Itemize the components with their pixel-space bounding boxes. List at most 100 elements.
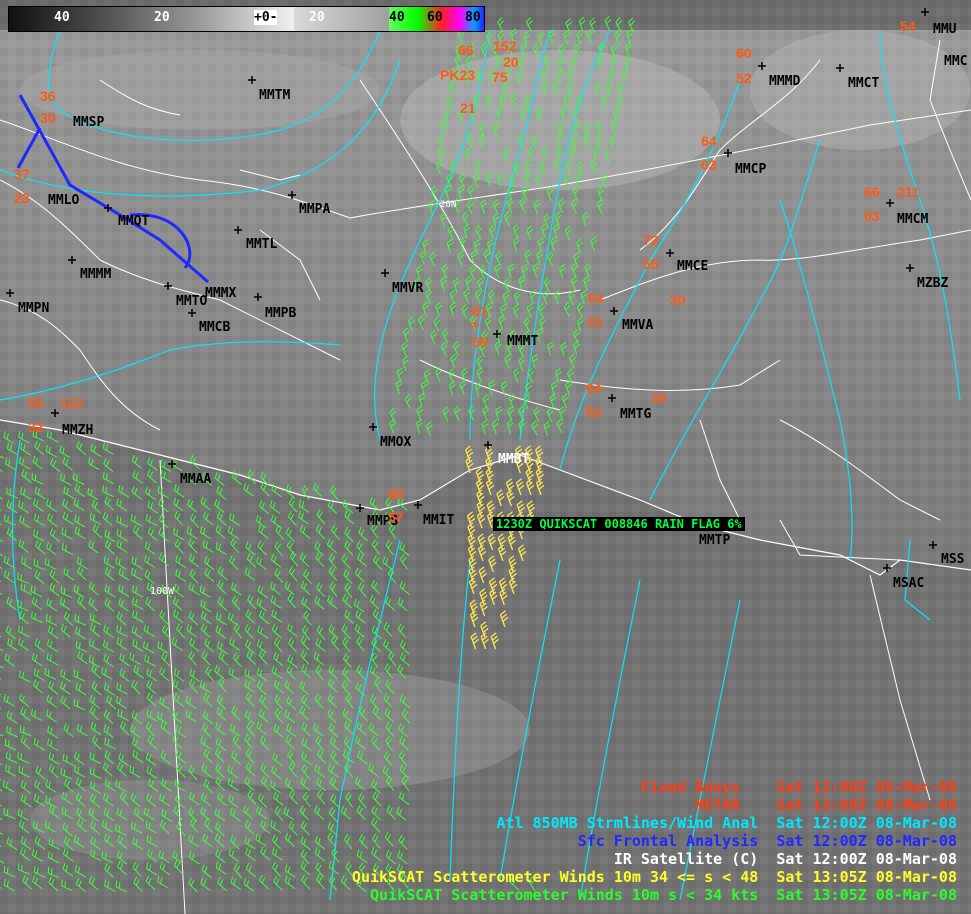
obs-temp: 60 [736, 45, 752, 61]
colorbar-seg-1: 40 [9, 7, 104, 31]
station-MSAC[interactable]: MSAC [893, 576, 924, 591]
station-MMMT[interactable]: MMMT [507, 334, 538, 349]
colorbar-label-3: +0- [254, 10, 278, 25]
lat-label: 20N [440, 200, 456, 210]
station-MMZH[interactable]: MMZH [62, 423, 93, 438]
obs-temp: 64 [586, 380, 602, 396]
weather-map[interactable]: 20N 100W [0, 0, 971, 914]
legend-layer-time: Sat 12:00Z 08-Mar-08 [776, 814, 957, 832]
obs-temp: 64 [701, 133, 717, 149]
station-MMCM[interactable]: MMCM [897, 212, 928, 227]
obs-dewpoint: 30 [40, 110, 56, 126]
station-MMCB[interactable]: MMCB [199, 320, 230, 335]
legend-layer-name: QuikSCAT Scatterometer Winds 10m s < 34 … [369, 886, 759, 904]
colorbar-seg-3: +0- [199, 7, 294, 31]
colorbar-label-2: 20 [154, 10, 170, 25]
legend-layer-time: Sat 13:05Z 08-Mar-08 [776, 886, 957, 904]
obs-temp: 55 [28, 395, 44, 411]
obs-temp: 64 [588, 290, 604, 306]
obs-value: 30 [651, 390, 667, 406]
obs-dewpoint: 32 [28, 419, 44, 435]
obs-pressure: 152 [493, 38, 517, 54]
legend-row: QuikSCAT Scatterometer Winds 10m s < 34 … [352, 886, 957, 904]
legend-row: Atl 850MB Strmlines/Wind Anal Sat 12:00Z… [352, 814, 957, 832]
station-MMQT[interactable]: MMQT [118, 214, 149, 229]
legend-layer-name: IR Satellite (C) [613, 850, 759, 868]
station-MSSS[interactable]: MSS [941, 552, 964, 567]
station-MMSP[interactable]: MMSP [73, 115, 104, 130]
legend-row: IR Satellite (C) Sat 12:00Z 08-Mar-08 [352, 850, 957, 868]
colorbar-seg-4: 20 [294, 7, 389, 31]
obs-dewpoint: 63 [701, 157, 717, 173]
station-MMUN[interactable]: MMU [933, 22, 956, 37]
layer-legend: Fixed Buoys Sat 12:00Z 08-Mar-08 METAR S… [352, 778, 957, 904]
legend-row: QuikSCAT Scatterometer Winds 10m 34 <= s… [352, 868, 957, 886]
legend-layer-name: Atl 850MB Strmlines/Wind Anal [496, 814, 759, 832]
colorbar-label-6: 60 [427, 10, 443, 25]
legend-layer-name: Fixed Buoys [640, 778, 741, 796]
obs-value: 30 [670, 292, 686, 308]
station-MZBZ[interactable]: MZBZ [917, 276, 948, 291]
station-MMOX[interactable]: MMOX [380, 435, 411, 450]
map-viewer: 20N 100W 40 20 +0- 20 40 60 80 1230Z QUI… [0, 0, 971, 914]
obs-dewpoint: 57 [388, 509, 404, 525]
legend-row: METAR Sat 13:00Z 08-Mar-08 [352, 796, 957, 814]
station-MMPB[interactable]: MMPB [265, 306, 296, 321]
station-MMVR[interactable]: MMVR [392, 281, 423, 296]
obs-dewpoint: 23 [14, 190, 30, 206]
station-MMMM[interactable]: MMMM [80, 267, 111, 282]
obs-dewpoint: 61 [588, 314, 604, 330]
station-MMCZ[interactable]: MMC [944, 54, 967, 69]
obs-pressure: 122 [60, 395, 84, 411]
station-MMTP[interactable]: MMTP [699, 533, 730, 548]
legend-layer-time: Sat 12:00Z 08-Mar-08 [776, 850, 957, 868]
obs-weather: ∞ [470, 316, 480, 332]
station-MMTM[interactable]: MMTM [259, 88, 290, 103]
legend-layer-time: Sat 12:00Z 08-Mar-08 [776, 832, 957, 850]
station-MMTG[interactable]: MMTG [620, 407, 651, 422]
colorbar-seg-2: 20 [104, 7, 199, 31]
legend-layer-time: Sat 12:00Z 08-Mar-08 [776, 778, 957, 796]
obs-temp: 37 [14, 166, 30, 182]
colorbar-label-4: 20 [309, 10, 325, 25]
station-MMMX[interactable]: MMMX [205, 286, 236, 301]
obs-temp: 66 [458, 42, 474, 58]
legend-layer-name: Sfc Frontal Analysis [577, 832, 759, 850]
obs-dewpoint: 52 [586, 404, 602, 420]
station-MMPN[interactable]: MMPN [18, 301, 49, 316]
obs-temp: 66 [864, 184, 880, 200]
legend-layer-name: METAR [695, 796, 741, 814]
ir-colorbar: 40 20 +0- 20 40 60 80 [8, 6, 485, 32]
obs-temp: 54 [900, 18, 916, 34]
station-MMLO[interactable]: MMLO [48, 193, 79, 208]
station-MMMD[interactable]: MMMD [769, 74, 800, 89]
station-MMTO[interactable]: MMTO [176, 294, 207, 309]
legend-layer-time: Sat 13:00Z 08-Mar-08 [776, 796, 957, 814]
obs-dewpoint: 59 [472, 334, 488, 350]
colorbar-seg-5: 40 60 80 [389, 7, 484, 31]
station-MMTL[interactable]: MMTL [246, 237, 277, 252]
legend-row: Sfc Frontal Analysis Sat 12:00Z 08-Mar-0… [352, 832, 957, 850]
legend-layer-name: QuikSCAT Scatterometer Winds 10m 34 <= s… [351, 868, 759, 886]
station-MMAA[interactable]: MMAA [180, 472, 211, 487]
lon-label: 100W [150, 586, 175, 597]
station-MMPA[interactable]: MMPA [299, 202, 330, 217]
legend-row: Fixed Buoys Sat 12:00Z 08-Mar-08 [352, 778, 957, 796]
station-MMIT[interactable]: MMIT [423, 513, 454, 528]
obs-temp: 68 [388, 486, 404, 502]
obs-value: 75 [492, 69, 508, 85]
station-MMBT[interactable]: MMBT [498, 452, 529, 467]
obs-peak-wind: PK23 [440, 67, 476, 83]
station-MMCT[interactable]: MMCT [848, 76, 879, 91]
station-MMCE[interactable]: MMCE [677, 259, 708, 274]
station-MMCP[interactable]: MMCP [735, 162, 766, 177]
station-MMVA[interactable]: MMVA [622, 318, 653, 333]
obs-dewpoint: 63 [864, 208, 880, 224]
obs-dewpoint: 52 [736, 70, 752, 86]
obs-dewpoint: 55 [643, 256, 659, 272]
colorbar-label-7: 80 [465, 10, 481, 25]
obs-temp: 72 [643, 232, 659, 248]
obs-pressure: 211 [897, 184, 920, 200]
legend-layer-time: Sat 13:05Z 08-Mar-08 [776, 868, 957, 886]
colorbar-label-1: 40 [54, 10, 70, 25]
